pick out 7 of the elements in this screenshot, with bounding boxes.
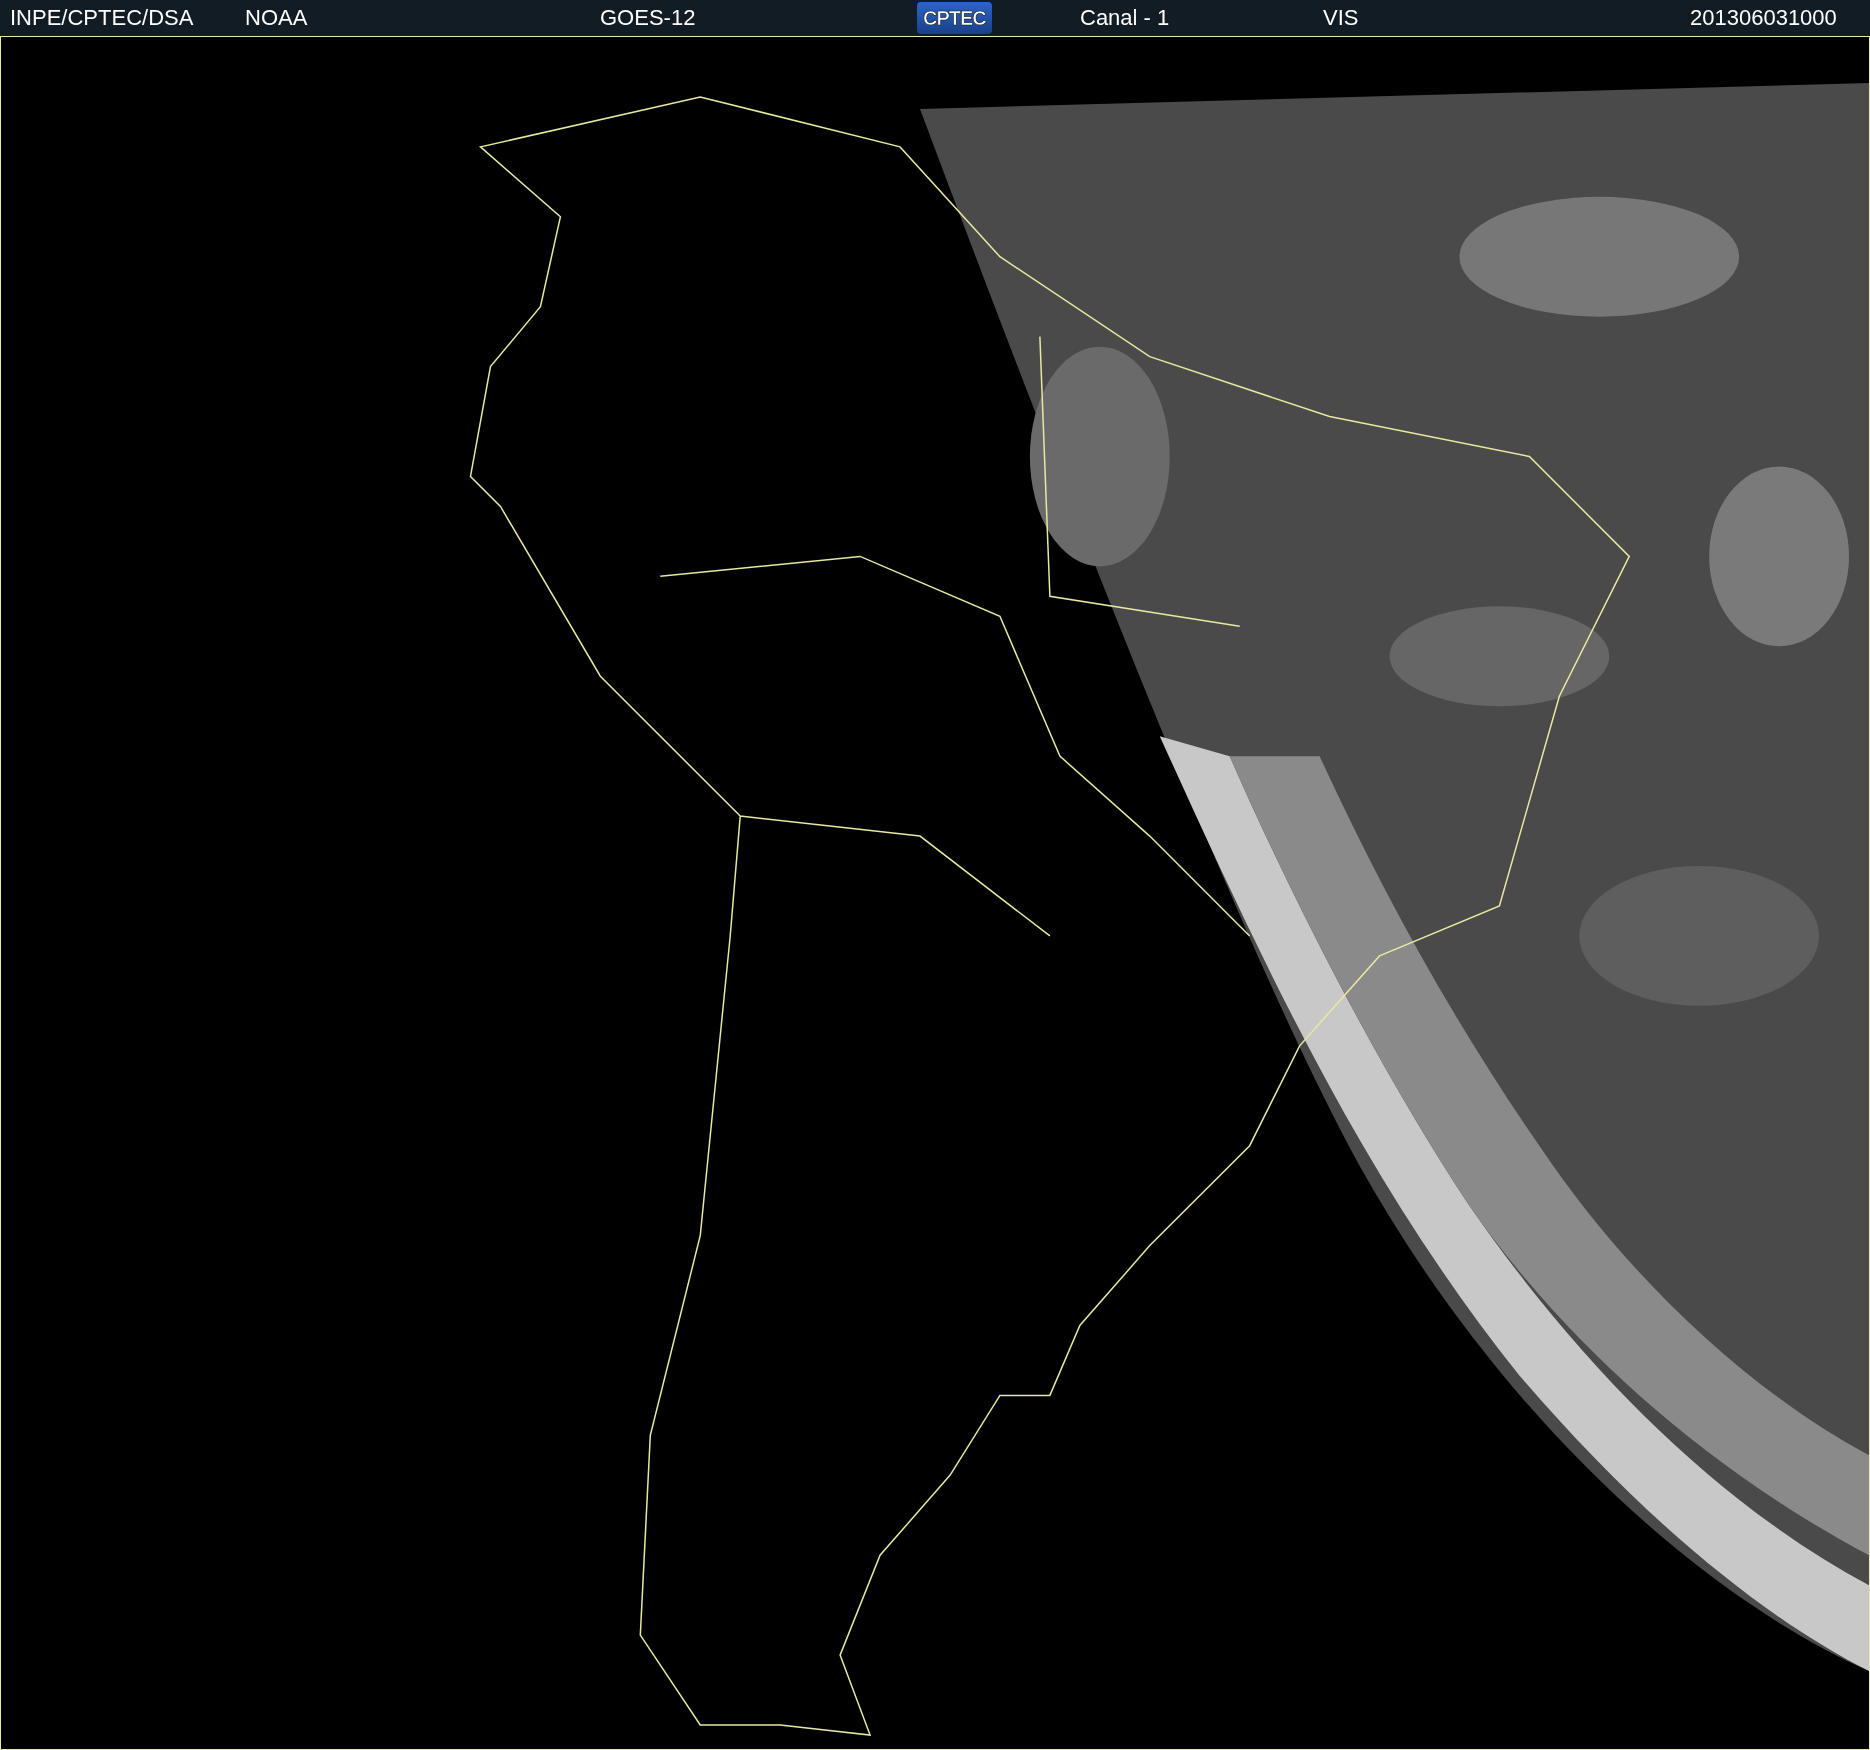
header-label: VIS — [1323, 5, 1359, 31]
header-label: GOES-12 — [600, 5, 696, 31]
logo: CPTEC — [917, 2, 992, 34]
header-label: 201306031000 — [1690, 5, 1837, 31]
header-label: Canal - 1 — [1080, 5, 1170, 31]
header-label: INPE/CPTEC/DSA — [10, 5, 194, 31]
header-label: NOAA — [245, 5, 308, 31]
